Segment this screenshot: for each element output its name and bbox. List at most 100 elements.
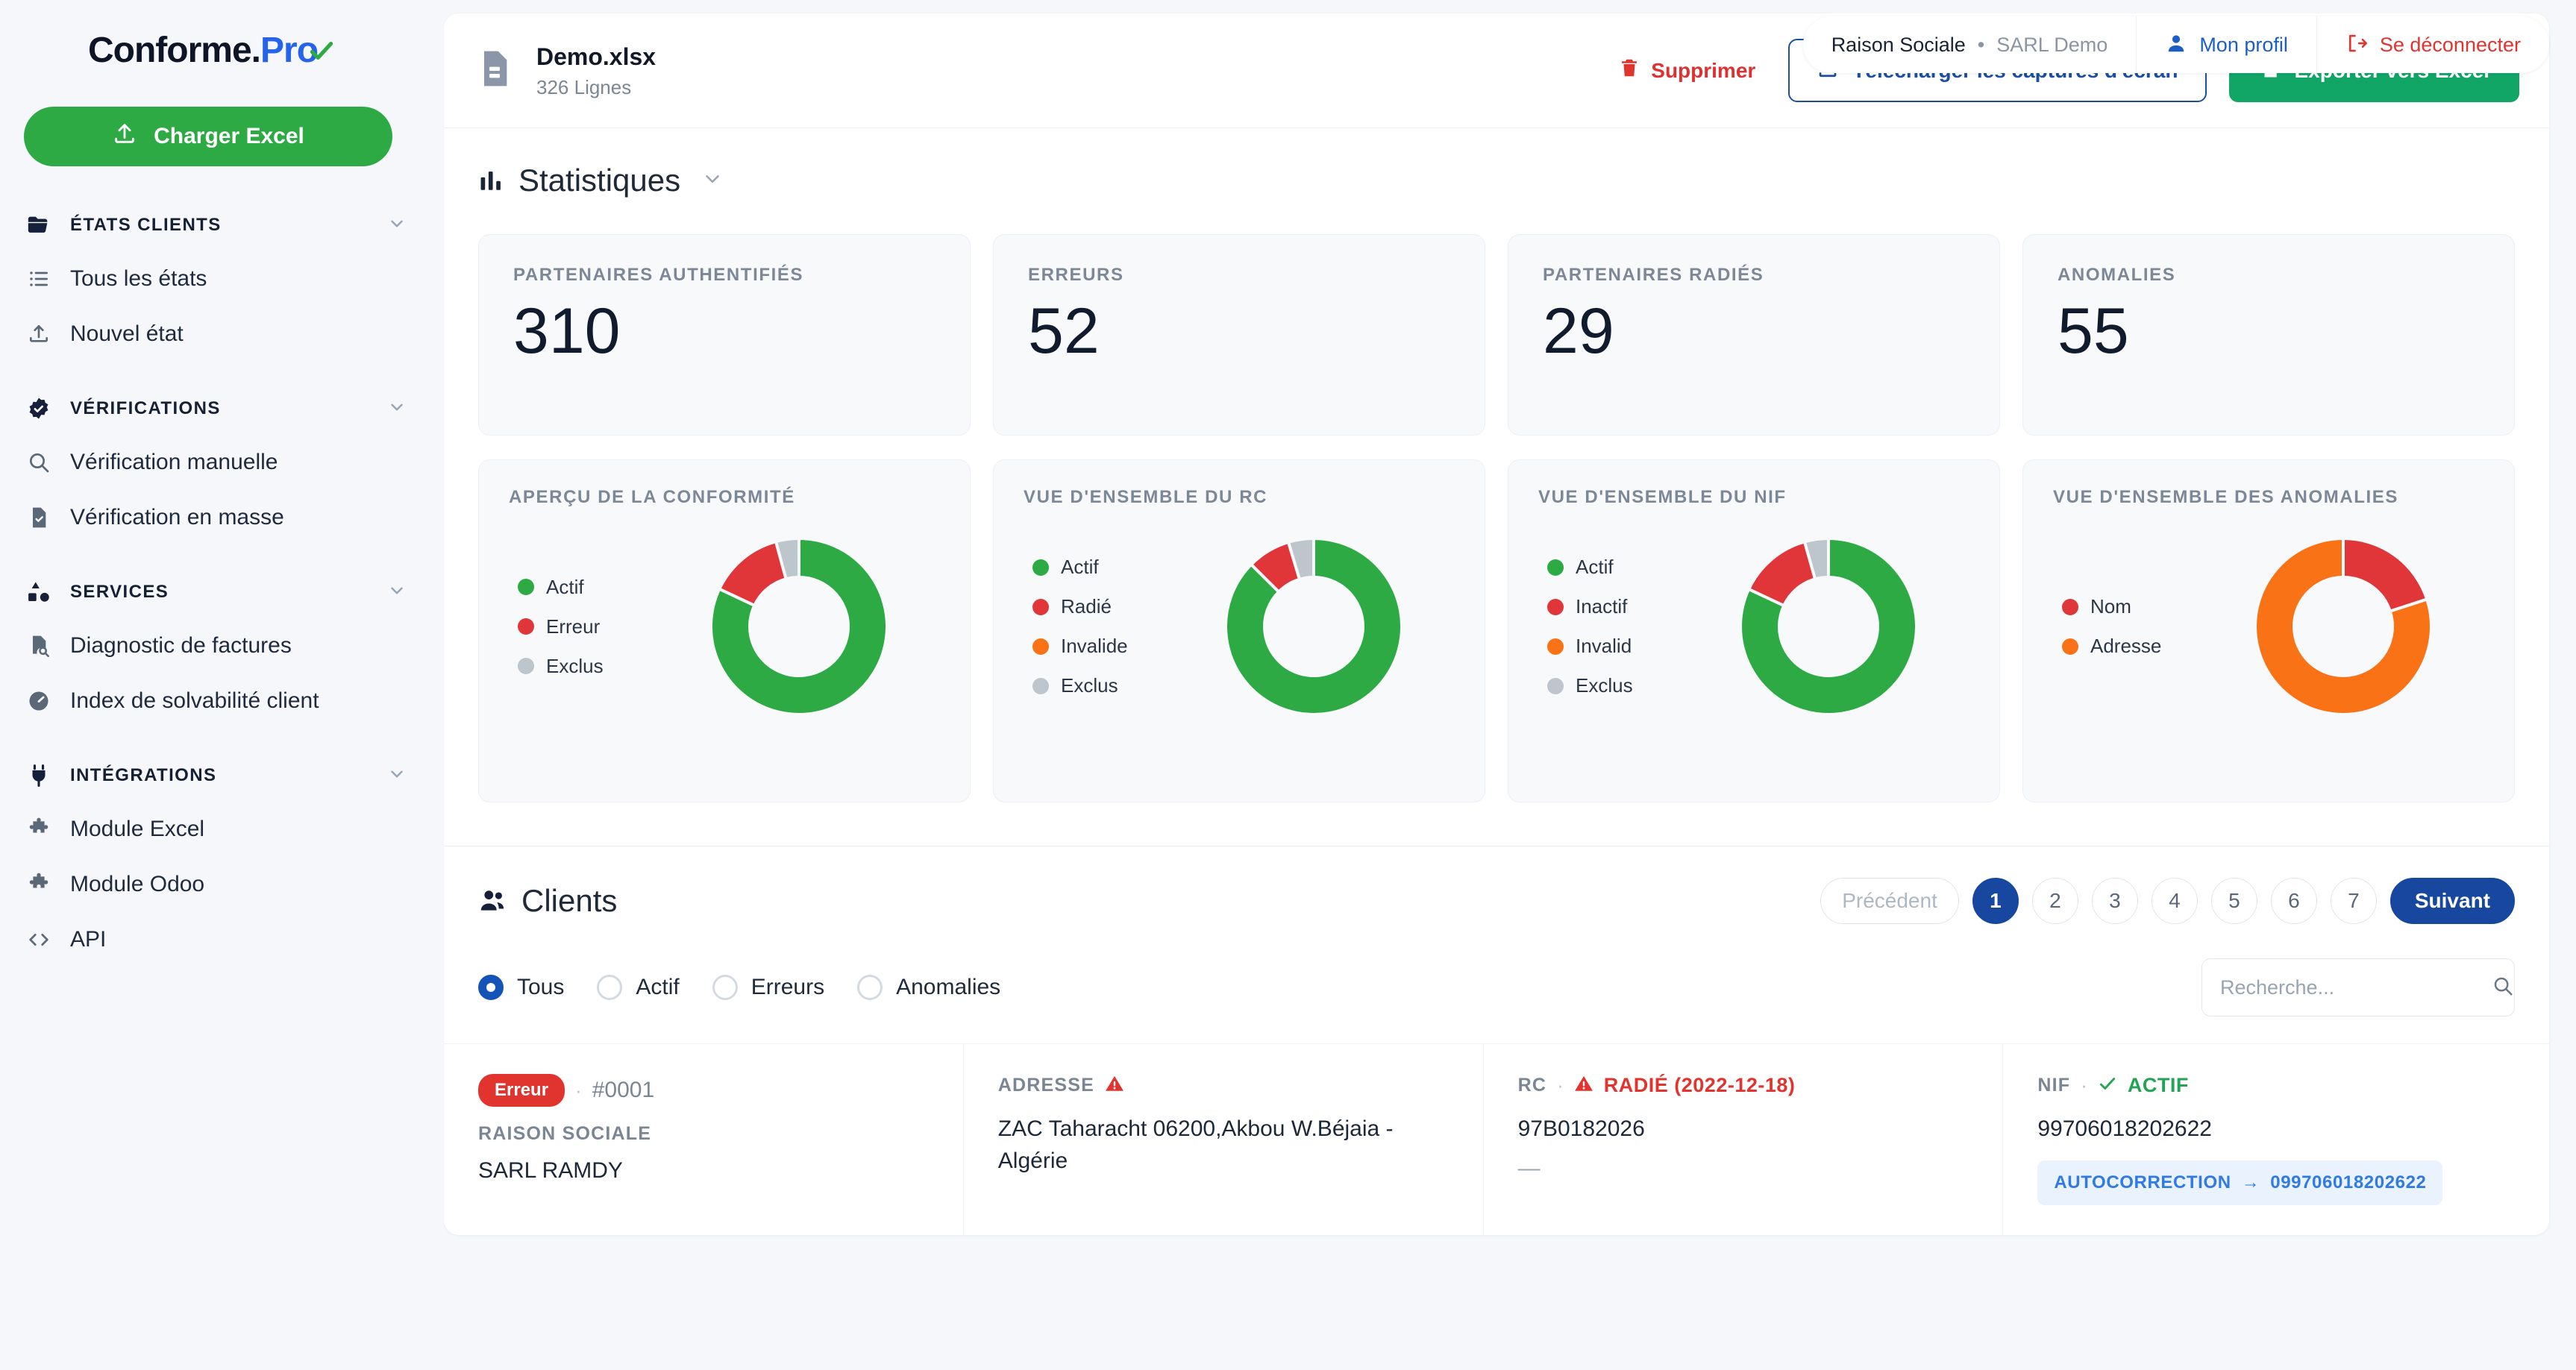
rc-label: RC (1517, 1075, 1547, 1096)
sidebar-item-verification-en-masse[interactable]: Vérification en masse (0, 490, 444, 545)
donut-slice[interactable] (2342, 536, 2429, 614)
table-row[interactable]: Erreur · #0001 RAISON SOCIALE SARL RAMDY… (444, 1044, 2549, 1235)
search-icon[interactable] (2492, 975, 2514, 1001)
warning-triangle-icon (1574, 1074, 1593, 1097)
sidebar-item-label: Tous les états (70, 266, 207, 291)
pagination: Précédent 1 2 3 4 5 6 7 Suivant (1820, 878, 2515, 924)
legend-color-dot (1547, 677, 1564, 694)
sidebar-item-diagnostic-de-factures[interactable]: Diagnostic de factures (0, 618, 444, 673)
filter-label: Anomalies (896, 975, 1001, 999)
profile-button[interactable]: Mon profil (2136, 16, 2316, 73)
topbar: Raison Sociale • SARL Demo Mon profil Se… (1802, 16, 2549, 73)
legend-item[interactable]: Exclus (1032, 674, 1173, 697)
statistics-title: Statistiques (518, 163, 681, 198)
legend-item[interactable]: Erreur (518, 615, 658, 638)
kpi-card: ANOMALIES 55 (2022, 234, 2515, 436)
statistics-header[interactable]: Statistiques (478, 163, 2515, 198)
legend-item[interactable]: Radié (1032, 595, 1173, 618)
sidebar-group-verifications[interactable]: VÉRIFICATIONS (0, 383, 444, 435)
sidebar-group-etats-clients[interactable]: ÉTATS CLIENTS (0, 199, 444, 251)
sidebar-item-module-excel[interactable]: Module Excel (0, 802, 444, 857)
clients-title: Clients (521, 883, 618, 918)
legend-item[interactable]: Inactif (1547, 595, 1687, 618)
pagination-page-2[interactable]: 2 (2031, 878, 2078, 924)
sidebar-item-api[interactable]: API (0, 912, 444, 967)
pagination-page-6[interactable]: 6 (2270, 878, 2317, 924)
content-panel: Demo.xlsx 326 Lignes Supprimer Té (444, 13, 2549, 1235)
legend-color-dot (518, 618, 534, 635)
app-root: Conforme.Pro Charger Excel ÉTATS CLIENTS (0, 0, 2576, 1370)
clients-header: Clients Précédent 1 2 3 4 5 6 7 Suivant (444, 846, 2549, 951)
kpi-label: PARTENAIRES RADIÉS (1543, 265, 1764, 285)
donut-chart (1173, 526, 1455, 727)
legend-label: Adresse (2090, 635, 2162, 657)
radio-dot[interactable] (857, 975, 883, 1000)
pagination-page-4[interactable]: 4 (2151, 878, 2198, 924)
adresse-head: ADRESSE (998, 1074, 1449, 1097)
donut-body: Actif Inactif Invalid Exclus (1538, 526, 1969, 727)
kpi-value: 52 (1028, 295, 1100, 367)
chevron-down-icon (387, 764, 407, 788)
brand-logo[interactable]: Conforme.Pro (0, 0, 444, 71)
sidebar-item-index-de-solvabilite-client[interactable]: Index de solvabilité client (0, 673, 444, 729)
filter-radio-actif[interactable]: Actif (597, 975, 680, 1000)
charger-excel-button[interactable]: Charger Excel (24, 107, 392, 166)
legend-item[interactable]: Exclus (518, 655, 658, 678)
pagination-page-1[interactable]: 1 (1972, 878, 2019, 924)
legend-label: Nom (2090, 595, 2131, 618)
donut-body: Actif Radié Invalide Exclus (1024, 526, 1455, 727)
sidebar-group-integrations[interactable]: INTÉGRATIONS (0, 750, 444, 802)
filter-radio-tous[interactable]: Tous (478, 975, 564, 1000)
file-meta: Demo.xlsx 326 Lignes (536, 42, 656, 99)
chevron-down-icon (387, 398, 407, 421)
legend-item[interactable]: Invalid (1547, 635, 1687, 658)
sidebar-item-nouvel-etat[interactable]: Nouvel état (0, 307, 444, 362)
clients-section: Clients Précédent 1 2 3 4 5 6 7 Suivant Tous Acti… (444, 846, 2549, 1235)
chevron-down-icon (387, 214, 407, 237)
chart-legend: Nom Adresse (2053, 595, 2202, 658)
pagination-page-7[interactable]: 7 (2330, 878, 2377, 924)
rc-value: 97B0182026 (1517, 1116, 1645, 1141)
company-segment[interactable]: Raison Sociale • SARL Demo (1803, 16, 2137, 73)
company-separator: • (1977, 33, 1985, 56)
legend-item[interactable]: Actif (518, 576, 658, 599)
radio-dot[interactable] (478, 975, 504, 1000)
delete-button[interactable]: Supprimer (1608, 49, 1766, 92)
legend-item[interactable]: Exclus (1547, 674, 1687, 697)
legend-label: Exclus (1576, 674, 1633, 697)
legend-color-dot (1032, 559, 1049, 576)
trash-icon (1618, 57, 1640, 84)
client-cell-adresse: ADRESSE ZAC Taharacht 06200,Akbou W.Béja… (964, 1044, 1484, 1235)
folder-icon (24, 213, 54, 238)
sidebar-group-services[interactable]: SERVICES (0, 566, 444, 618)
sidebar-item-verification-manuelle[interactable]: Vérification manuelle (0, 435, 444, 490)
pagination-prev-button[interactable]: Précédent (1820, 878, 1959, 924)
search-box[interactable] (2201, 958, 2515, 1016)
user-pill: Raison Sociale • SARL Demo Mon profil Se… (1802, 16, 2549, 73)
filter-radio-erreurs[interactable]: Erreurs (712, 975, 824, 1000)
sidebar-item-module-odoo[interactable]: Module Odoo (0, 857, 444, 912)
file-check-icon (24, 506, 54, 530)
legend-item[interactable]: Actif (1032, 556, 1173, 579)
pagination-next-button[interactable]: Suivant (2389, 878, 2515, 924)
search-input[interactable] (2220, 975, 2484, 999)
pagination-page-3[interactable]: 3 (2091, 878, 2138, 924)
sidebar-item-tous-les-etats[interactable]: Tous les états (0, 251, 444, 307)
radio-dot[interactable] (712, 975, 738, 1000)
gauge-icon (24, 689, 54, 713)
legend-item[interactable]: Nom (2062, 595, 2202, 618)
logout-button[interactable]: Se déconnecter (2316, 16, 2549, 73)
legend-item[interactable]: Actif (1547, 556, 1687, 579)
filter-label: Tous (517, 975, 565, 999)
legend-item[interactable]: Invalide (1032, 635, 1173, 658)
puzzle-icon (24, 873, 54, 896)
delete-label: Supprimer (1651, 58, 1756, 82)
sidebar-item-label: Index de solvabilité client (70, 688, 319, 713)
legend-item[interactable]: Adresse (2062, 635, 2202, 658)
kpi-label: PARTENAIRES AUTHENTIFIÉS (513, 265, 804, 285)
pagination-page-5[interactable]: 5 (2210, 878, 2257, 924)
file-row-count: 326 Lignes (536, 76, 632, 98)
filter-radio-anomalies[interactable]: Anomalies (857, 975, 1000, 1000)
radio-dot[interactable] (597, 975, 623, 1000)
kpi-label: ANOMALIES (2058, 265, 2176, 285)
